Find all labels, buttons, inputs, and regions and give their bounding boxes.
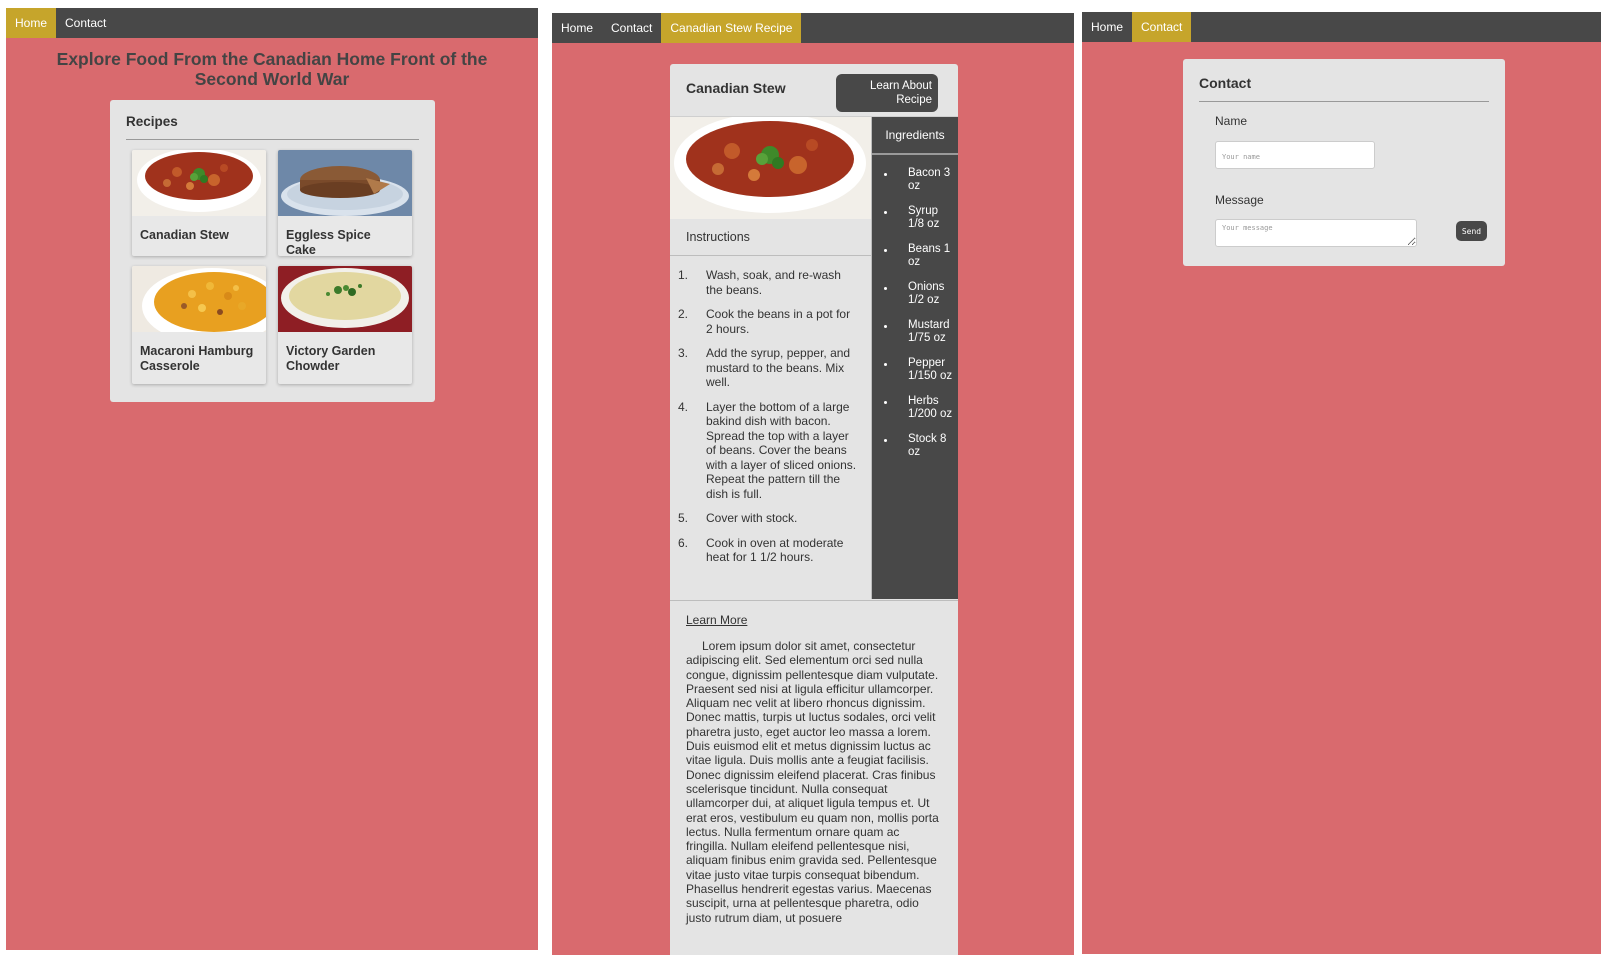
recipe-tile-macaroni-hamburg-casserole[interactable]: Macaroni Hamburg Casserole [132,266,266,384]
nav-contact[interactable]: Contact [602,13,661,43]
name-input[interactable] [1215,141,1375,169]
list-item: 6. Cook in oven at moderate heat for 1 1/… [678,535,844,565]
top-nav: Home Contact [6,8,538,38]
top-nav: Home Contact Canadian Stew Recipe [552,13,1074,43]
recipes-heading: Recipes [126,114,419,140]
recipe-tile-victory-garden-chowder[interactable]: Victory Garden Chowder [278,266,412,384]
cake-photo [278,150,412,216]
instructions-column: Instructions 1. Wash, soak, and re-wash t… [670,117,872,599]
message-row: Send [1199,219,1489,259]
recipe-tile-canadian-stew[interactable]: Canadian Stew [132,150,266,256]
message-input[interactable] [1215,219,1417,247]
learn-more-text: Lorem ipsum dolor sit amet, consectetur … [686,639,939,925]
home-page-panel: Home Contact Explore Food From the Canad… [6,8,538,950]
instructions-list: 1. Wash, soak, and re-wash the beans. 2. C… [670,268,871,565]
recipe-body: Instructions 1. Wash, soak, and re-wash t… [670,117,958,599]
recipe-tile-eggless-spice-cake[interactable]: Eggless Spice Cake [278,150,412,256]
recipe-label: Canadian Stew [140,228,229,242]
list-item: 4. Layer the bottom of a large bakind dis… [678,399,857,501]
recipe-grid: Canadian Stew Eggless Spice Cake Macaron… [126,150,419,384]
list-item: Pepper 1/150 oz [872,357,958,383]
list-item: Beans 1 oz [872,243,958,269]
recipe-label: Eggless Spice Cake [286,228,371,256]
page-title: Explore Food From the Canadian Home Fron… [56,49,488,89]
top-nav: Home Contact [1082,12,1601,42]
stew-photo [670,117,871,219]
message-label: Message [1215,193,1264,207]
list-item: Mustard 1/75 oz [872,319,958,345]
stew-photo [132,150,266,216]
recipe-title: Canadian Stew [686,80,786,96]
learn-more-link[interactable]: Learn More [686,613,942,627]
list-item: 3. Add the syrup, pepper, and mustard to … [678,346,851,389]
nav-home[interactable]: Home [552,13,602,43]
macaroni-photo [132,266,266,332]
learn-about-recipe-button[interactable]: Learn About Recipe [836,74,938,112]
nav-contact[interactable]: Contact [56,8,115,38]
list-item: Herbs 1/200 oz [872,395,958,421]
ingredients-column: Ingredients Bacon 3 oz Syrup 1/8 oz Bean… [872,117,958,599]
send-button[interactable]: Send [1456,221,1487,241]
recipe-header: Canadian Stew Learn About Recipe [670,64,958,117]
tab-instructions[interactable]: Instructions [670,219,871,256]
learn-more-section: Learn More Lorem ipsum dolor sit amet, c… [670,600,958,925]
recipes-card: Recipes Canadian Stew Eggless Spice Cake… [110,100,435,402]
nav-home[interactable]: Home [6,8,57,38]
contact-page-panel: Home Contact Contact Name Message Send [1082,12,1601,954]
list-item: Stock 8 oz [872,433,958,459]
list-item: Syrup 1/8 oz [872,205,958,231]
recipe-label: Macaroni Hamburg Casserole [140,344,254,373]
tab-ingredients[interactable]: Ingredients [872,117,958,155]
list-item: 2. Cook the beans in a pot for 2 hours. [678,307,851,336]
recipe-label: Victory Garden Chowder [286,344,376,373]
nav-home[interactable]: Home [1082,12,1132,42]
list-item: Onions 1/2 oz [872,281,958,307]
nav-contact[interactable]: Contact [1132,12,1192,42]
recipe-card: Canadian Stew Learn About Recipe Instruc… [670,64,958,955]
list-item: 5. Cover with stock. [678,511,798,525]
name-label: Name [1215,114,1248,128]
contact-title: Contact [1199,75,1489,102]
nav-canadian-stew-recipe[interactable]: Canadian Stew Recipe [661,13,802,43]
recipe-page-panel: Home Contact Canadian Stew Recipe Canadi… [552,13,1074,955]
ingredients-list: Bacon 3 oz Syrup 1/8 oz Beans 1 oz Onion… [872,167,958,459]
contact-card: Contact Name Message Send [1183,59,1505,266]
chowder-photo [278,266,412,332]
list-item: 1. Wash, soak, and re-wash the beans. [678,268,841,297]
list-item: Bacon 3 oz [872,167,958,193]
